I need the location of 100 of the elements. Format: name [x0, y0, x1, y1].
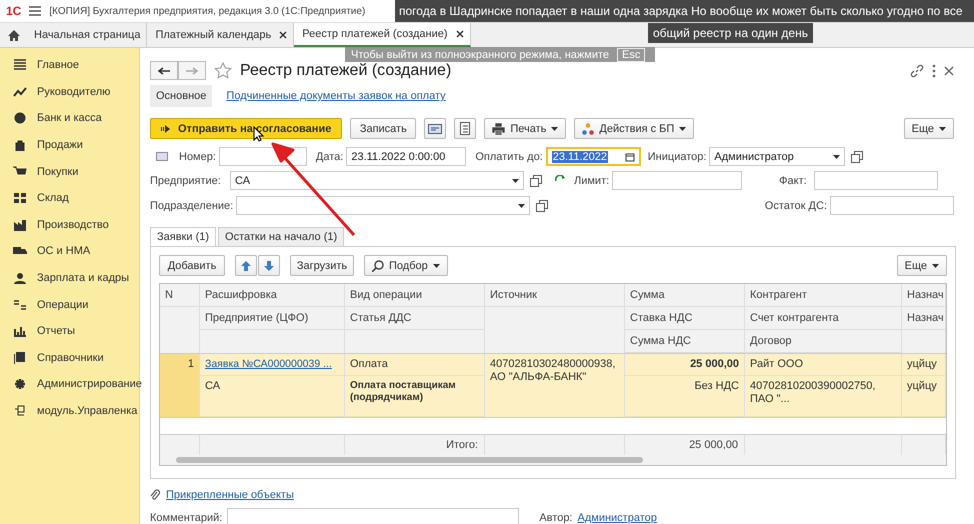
add-button[interactable]: Добавить — [159, 255, 225, 276]
sidebar-item[interactable]: Продажи — [0, 132, 139, 158]
sidebar-item[interactable]: Операции — [0, 291, 139, 318]
initiator-field[interactable]: Администратор — [709, 147, 846, 166]
link-icon[interactable] — [910, 64, 924, 78]
home-icon[interactable] — [8, 30, 20, 40]
company-field[interactable]: СА — [230, 171, 524, 190]
bar-chart-icon — [13, 325, 27, 338]
right-arrow-icon — [186, 66, 198, 74]
card-button[interactable] — [424, 118, 446, 139]
more-icon[interactable] — [932, 64, 936, 78]
coin-icon — [13, 112, 27, 124]
column-header: Расшифровка — [205, 289, 277, 301]
menu-icon[interactable] — [29, 6, 42, 16]
sidebar-item[interactable]: Склад — [0, 184, 139, 212]
tab[interactable]: Реестр платежей (создание) — [294, 23, 471, 47]
star-icon[interactable] — [214, 62, 232, 79]
total-sum: 25 000,00 — [689, 439, 738, 451]
column-header: Вид операции — [350, 289, 422, 301]
app-logo: 1С — [6, 4, 22, 18]
calendar-icon[interactable] — [624, 152, 635, 162]
table-cell-text: Без НДС — [693, 380, 739, 394]
total-label: Итого: — [446, 439, 478, 451]
caret-icon — [432, 264, 440, 268]
section-tab[interactable]: Подчиненные документы заявок на оплату — [220, 85, 452, 107]
open-icon[interactable] — [536, 200, 548, 212]
sidebar-item[interactable]: Отчеты — [0, 318, 139, 345]
sidebar-item[interactable]: Главное — [0, 52, 139, 79]
cash-balance-label: Остаток ДС: — [764, 200, 827, 212]
column-header: Сумма — [630, 289, 665, 301]
dropdown-icon[interactable] — [512, 178, 519, 182]
send-for-approval-button[interactable]: Отправить на согласование — [150, 118, 342, 139]
arrow-icon — [161, 124, 170, 132]
more-button[interactable]: Еще — [896, 255, 947, 276]
actions-button[interactable]: Действия с БП — [574, 118, 694, 139]
panel-tab[interactable]: Заявки (1) — [150, 227, 216, 246]
back-button[interactable] — [150, 61, 178, 80]
pay-until-field[interactable]: 23.11.2022 — [546, 147, 641, 166]
fact-label: Факт: — [779, 174, 808, 186]
column-header: Источник — [490, 289, 537, 301]
table-cell-text: Оплата поставщикам (подрядчикам) — [350, 380, 457, 404]
move-up-button[interactable] — [235, 255, 257, 276]
column-header: Статья ДДС — [350, 312, 412, 324]
table-cell-text: 40702810200390002750, ПАО "... — [750, 380, 876, 407]
author-link[interactable]: Администратор — [578, 512, 657, 524]
comment-field[interactable] — [227, 508, 520, 524]
factory-icon — [13, 218, 27, 231]
sidebar-item[interactable]: Банк и касса — [0, 105, 139, 132]
table-row[interactable]: 1 Заявка №СА000000039 ... СА Оплата Оплата поставщикам (подрядчикам) 40702810302480000938, АО "АЛЬФА-БАНК" 25 000,00 Без НДС Райт ООО 40702810200390002750, ПАО "... уцйцу уцйцу — [160, 354, 946, 417]
print-button[interactable]: Печать — [484, 118, 566, 139]
author-label: Автор: — [539, 512, 572, 524]
card-icon — [428, 124, 442, 134]
save-button[interactable]: Записать — [350, 118, 416, 139]
sidebar-item[interactable]: ОС и НМА — [0, 238, 139, 265]
column-header: Ставка НДС — [630, 312, 692, 324]
limit-label: Лимит: — [574, 174, 610, 186]
panel-tab[interactable]: Остатки на начало (1) — [218, 227, 344, 246]
sidebar-item[interactable]: Администрирование — [0, 371, 139, 398]
open-icon[interactable] — [530, 174, 542, 186]
column-header: N — [165, 289, 173, 301]
fact-field[interactable] — [814, 171, 938, 190]
section-tab[interactable]: Основное — [150, 85, 212, 107]
note-icon — [156, 152, 168, 161]
table-cell[interactable]: Заявка №СА000000039 ... — [205, 358, 339, 371]
column-header: Предприятие (ЦФО) — [205, 312, 308, 324]
open-icon[interactable] — [851, 150, 864, 162]
date-field[interactable]: 23.11.2022 0:00:00 — [346, 147, 466, 166]
close-icon[interactable] — [944, 66, 954, 76]
sidebar-item[interactable]: модуль.Управленка — [0, 398, 139, 424]
close-icon[interactable] — [456, 30, 464, 38]
column-header: Счет контрагента — [750, 312, 839, 324]
load-button[interactable]: Загрузить — [290, 255, 354, 276]
document-button[interactable] — [454, 118, 476, 139]
sidebar-item[interactable]: Производство — [0, 212, 139, 238]
sidebar-item[interactable]: Руководителю — [0, 78, 139, 106]
table-cell-text: 25 000,00 — [689, 358, 739, 372]
table-cell-text: 1 — [186, 358, 194, 372]
trend-icon — [13, 86, 27, 98]
sidebar-item[interactable]: Справочники — [0, 344, 139, 372]
cash-balance-field[interactable] — [830, 196, 954, 215]
department-label: Подразделение: — [150, 200, 234, 212]
caret-icon — [679, 126, 686, 130]
tab[interactable]: Начальная страница — [26, 23, 148, 47]
table-cell-text: Райт ООО — [750, 358, 804, 372]
department-field[interactable] — [236, 196, 530, 215]
document-icon — [460, 122, 470, 135]
books-icon — [13, 352, 27, 364]
close-icon[interactable] — [279, 31, 288, 39]
horizontal-scrollbar[interactable] — [160, 455, 946, 465]
attachments-link[interactable]: Прикрепленные объекты — [166, 489, 294, 501]
window-title: [КОПИЯ] Бухгалтерия предприятия, редакция 3.0 (1С:Предприятие) — [49, 6, 366, 16]
dropdown-icon[interactable] — [518, 204, 526, 208]
sidebar-item[interactable]: Зарплата и кадры — [0, 264, 139, 292]
move-down-button[interactable] — [258, 255, 280, 276]
more-button[interactable]: Еще — [904, 118, 954, 139]
sidebar-item[interactable]: Покупки — [0, 158, 139, 185]
dropdown-icon[interactable] — [833, 154, 840, 158]
person-icon — [13, 272, 27, 284]
pick-button[interactable]: Подбор — [364, 255, 448, 276]
limit-field[interactable] — [612, 171, 742, 190]
